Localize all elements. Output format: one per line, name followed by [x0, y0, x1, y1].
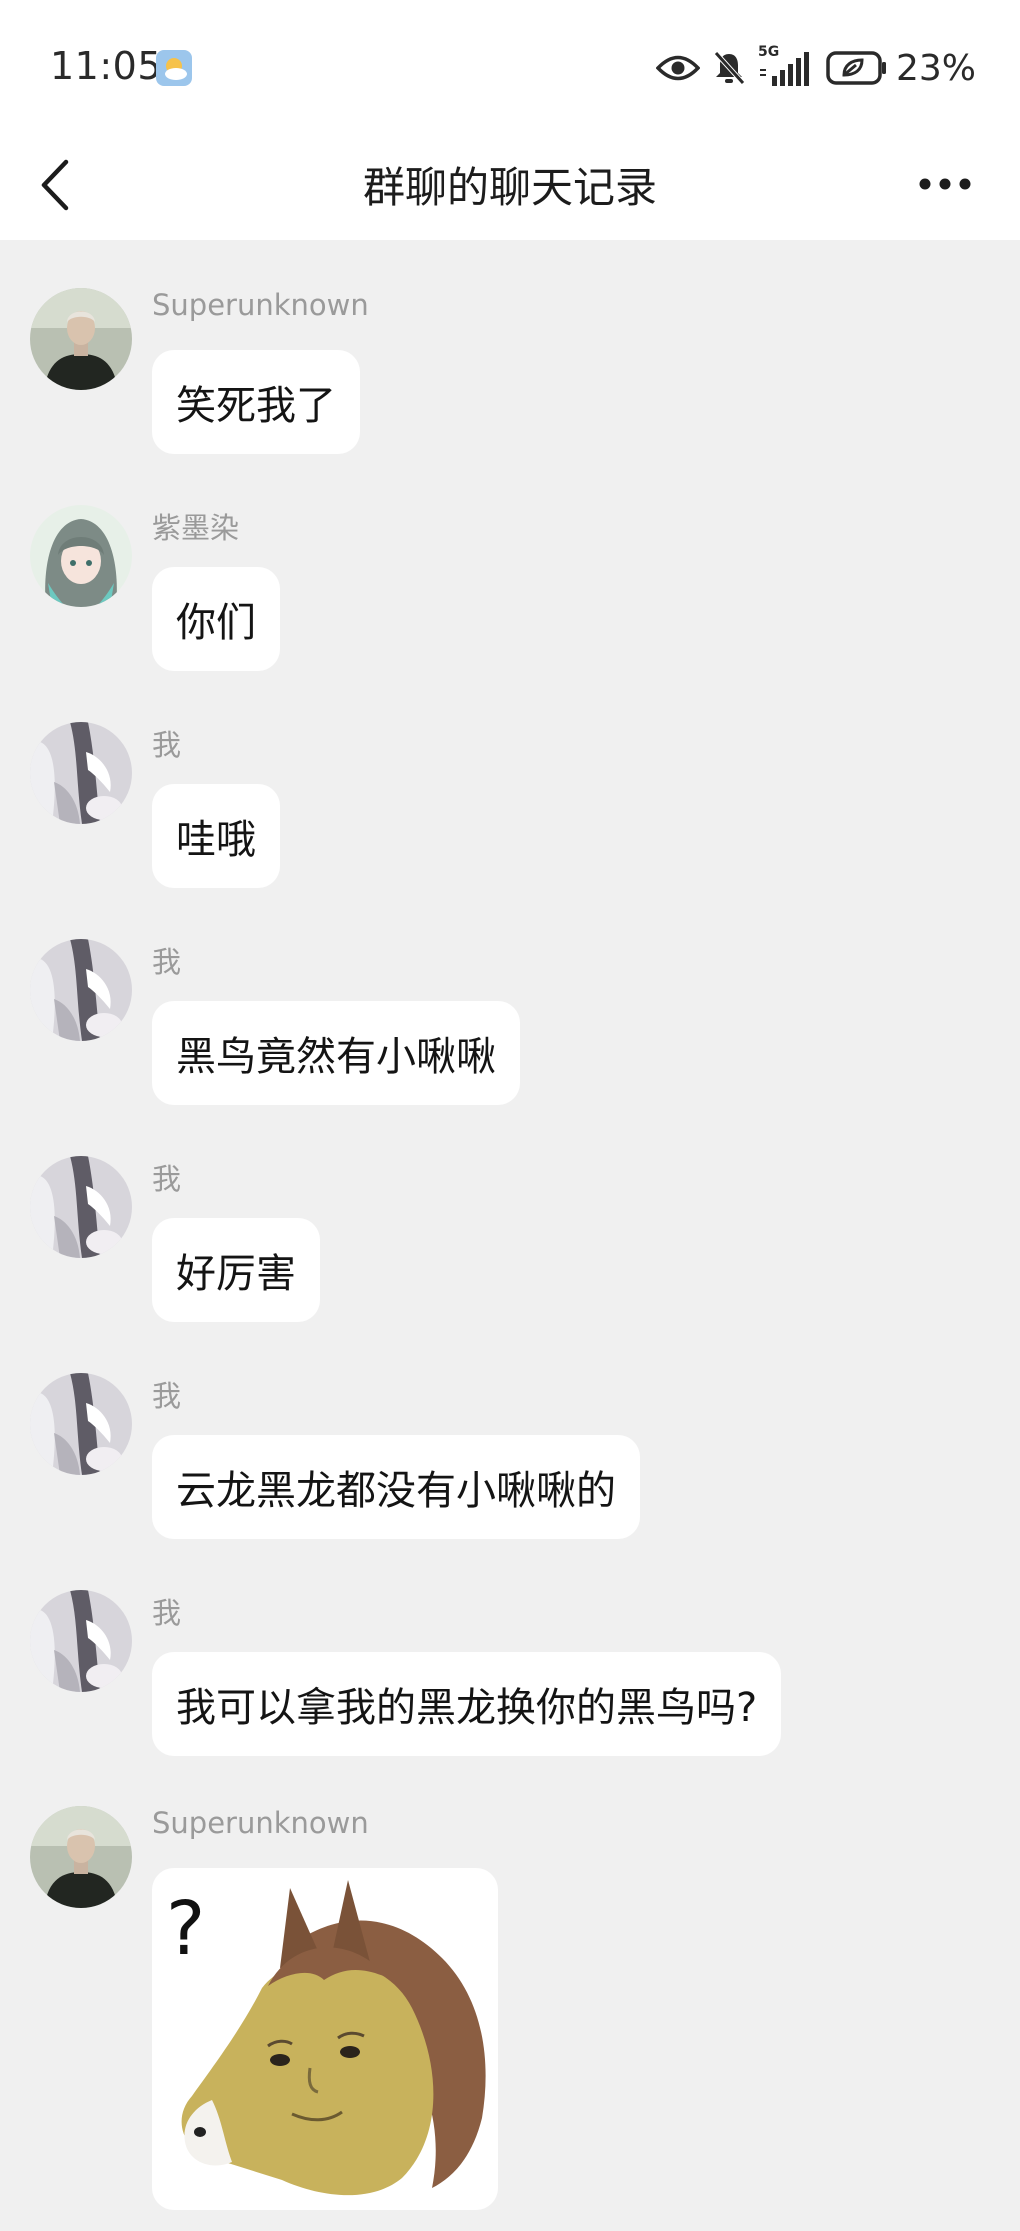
sender-name: 我 [152, 1596, 182, 1630]
avatar-me[interactable] [30, 1373, 132, 1475]
top-bar: 11:05 5G 23% 群聊的聊天记录 [0, 0, 1020, 240]
status-bar: 11:05 5G 23% [0, 0, 1020, 140]
message-bubble[interactable]: 云龙黑龙都没有小啾啾的 [152, 1435, 640, 1539]
sender-name: 我 [152, 1379, 182, 1413]
weather-icon [156, 50, 192, 86]
status-time: 11:05 [50, 44, 163, 88]
previous-message-bubble-edge [176, 232, 310, 240]
message-bubble[interactable]: 黑鸟竟然有小啾啾 [152, 1001, 520, 1105]
message-bubble[interactable]: 哇哦 [152, 784, 280, 888]
sender-name: 我 [152, 728, 182, 762]
battery-saver-icon [826, 51, 888, 85]
message-bubble[interactable]: 你们 [152, 567, 280, 671]
avatar-me[interactable] [30, 722, 132, 824]
avatar-me[interactable] [30, 1156, 132, 1258]
battery-percentage: 23% [895, 47, 976, 89]
sender-name: 我 [152, 945, 182, 979]
avatar-zimoran[interactable] [30, 505, 132, 607]
eye-icon [655, 53, 700, 83]
avatar-superunknown[interactable] [30, 1806, 132, 1908]
page-title: 群聊的聊天记录 [362, 163, 657, 212]
status-icons: 5G 23% [655, 44, 976, 90]
more-options-button[interactable] [910, 164, 980, 204]
sender-name: 紫墨染 [152, 511, 240, 545]
more-dots-icon [919, 178, 971, 190]
message-bubble[interactable]: 好厉害 [152, 1218, 320, 1322]
avatar-superunknown[interactable] [30, 288, 132, 390]
sticker-question-mark: ? [166, 1886, 206, 1972]
message-bubble[interactable]: 笑死我了 [152, 350, 360, 454]
sender-name: Superunknown [152, 1806, 369, 1840]
horse-face-sticker[interactable]: ? [152, 1868, 498, 2210]
navigation-bar: 群聊的聊天记录 [0, 140, 1020, 240]
sender-name: 我 [152, 1162, 182, 1196]
mute-bell-icon [712, 50, 746, 86]
message-bubble[interactable]: 我可以拿我的黑龙换你的黑鸟吗? [152, 1652, 782, 1756]
avatar-me[interactable] [30, 939, 132, 1041]
avatar-me[interactable] [30, 1590, 132, 1692]
sender-name: Superunknown [152, 288, 369, 322]
signal-5g-icon: 5G [758, 44, 812, 88]
